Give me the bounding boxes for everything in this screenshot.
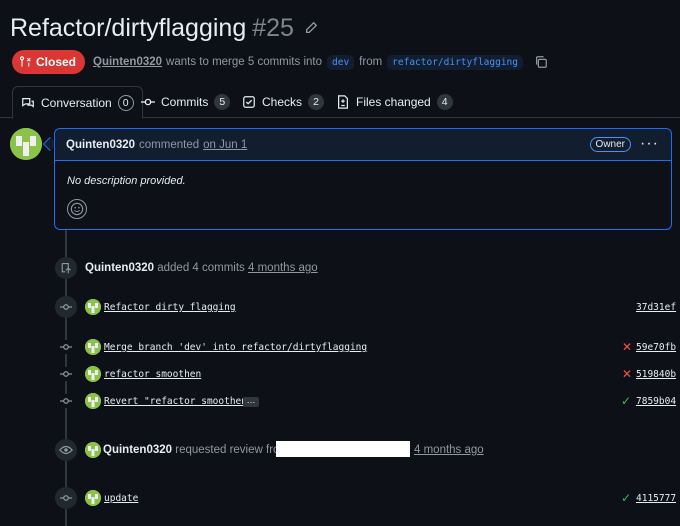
- comment-header: Quinten0320 commented on Jun 1 Owner ···: [55, 129, 671, 161]
- tab-checks[interactable]: Checks 2: [242, 86, 325, 118]
- avatar[interactable]: [85, 490, 101, 506]
- owner-badge: Owner: [589, 137, 631, 152]
- git-commit-icon: [55, 487, 77, 509]
- tab-files-changed-count: 4: [436, 94, 453, 110]
- add-reaction-button[interactable]: [67, 199, 87, 219]
- pr-title: Refactor/dirtyflagging #25: [10, 14, 294, 43]
- avatar[interactable]: [85, 339, 101, 355]
- git-commit-icon: [55, 296, 77, 318]
- commit-sha[interactable]: 7859b04: [636, 396, 676, 407]
- eye-icon: [55, 439, 77, 461]
- comment-date[interactable]: on Jun 1: [203, 139, 247, 151]
- file-diff-icon: [338, 95, 348, 109]
- x-icon[interactable]: ✕: [622, 340, 632, 354]
- copy-icon[interactable]: [534, 55, 548, 69]
- review-event-time-wrap: 4 months ago: [414, 444, 484, 456]
- avatar[interactable]: [85, 393, 101, 409]
- base-branch[interactable]: dev: [327, 54, 355, 70]
- avatar[interactable]: [10, 128, 42, 160]
- identicon: [85, 339, 101, 355]
- tab-files-changed-label: Files changed: [356, 95, 431, 109]
- review-requested-event: Quinten0320 requested review from: [103, 444, 289, 456]
- tab-commits-label: Commits: [161, 95, 209, 109]
- tab-commits-count: 5: [214, 94, 231, 110]
- identicon: [85, 442, 101, 458]
- kebab-menu-icon[interactable]: ···: [640, 135, 659, 153]
- pr-title-text: Refactor/dirtyflagging: [10, 13, 247, 42]
- tab-checks-count: 2: [308, 94, 325, 110]
- x-icon[interactable]: ✕: [622, 367, 632, 381]
- repo-push-icon: [55, 257, 77, 279]
- identicon: [85, 299, 101, 315]
- avatar[interactable]: [85, 299, 101, 315]
- comment-box: Quinten0320 commented on Jun 1 Owner ···…: [54, 128, 672, 230]
- comment-author[interactable]: Quinten0320: [66, 139, 135, 151]
- status-label: Closed: [36, 55, 77, 69]
- git-commit-icon: [59, 394, 73, 408]
- checklist-icon: [243, 96, 255, 108]
- identicon: [85, 366, 101, 382]
- git-commit-icon: [59, 367, 73, 381]
- event-author[interactable]: Quinten0320: [85, 262, 154, 274]
- identicon: [85, 393, 101, 409]
- check-icon[interactable]: ✓: [621, 394, 631, 408]
- event-time[interactable]: 4 months ago: [248, 262, 318, 274]
- commit-message[interactable]: update: [104, 493, 138, 504]
- comment-discussion-icon: [22, 97, 34, 108]
- tab-conversation-label: Conversation: [41, 95, 112, 110]
- event-time[interactable]: 4 months ago: [414, 444, 484, 456]
- commit-sha[interactable]: 37d31ef: [636, 302, 676, 313]
- head-branch[interactable]: refactor/dirtyflagging: [387, 54, 524, 70]
- event-action: added 4 commits: [157, 262, 245, 274]
- commit-message[interactable]: Merge branch 'dev' into refactor/dirtyfl…: [104, 342, 367, 353]
- git-commit-icon: [141, 98, 155, 106]
- event-author[interactable]: Quinten0320: [103, 444, 172, 456]
- smiley-icon: [70, 202, 84, 216]
- from-text: from: [359, 56, 383, 68]
- comment-verb: commented: [139, 138, 200, 151]
- added-commits-event: Quinten0320 added 4 commits 4 months ago: [85, 262, 318, 274]
- commit-sha[interactable]: 4115777: [636, 493, 676, 504]
- tab-files-changed[interactable]: Files changed 4: [336, 86, 453, 118]
- pr-header: Refactor/dirtyflagging #25: [10, 10, 318, 46]
- merge-text: wants to merge 5 commits into: [166, 56, 322, 68]
- author-link[interactable]: Quinten0320: [93, 56, 162, 68]
- commit-sha[interactable]: 519840b: [636, 369, 676, 380]
- tab-checks-label: Checks: [262, 95, 303, 109]
- pr-meta: Closed Quinten0320 wants to merge 5 comm…: [12, 50, 548, 74]
- tab-conversation[interactable]: Conversation 0: [12, 86, 143, 119]
- expand-commit-button[interactable]: …: [243, 396, 259, 407]
- identicon: [85, 490, 101, 506]
- pr-number: #25: [252, 13, 294, 42]
- check-icon[interactable]: ✓: [621, 491, 631, 505]
- avatar[interactable]: [85, 442, 101, 458]
- avatar[interactable]: [85, 366, 101, 382]
- tab-commits[interactable]: Commits 5: [141, 86, 231, 118]
- commit-message[interactable]: Revert "refactor smoothen": [104, 396, 253, 407]
- pr-tabs: Conversation 0 Commits 5 Checks 2 Files …: [0, 86, 680, 119]
- event-action: requested review from: [175, 444, 290, 456]
- pencil-icon[interactable]: [304, 21, 318, 35]
- status-badge: Closed: [12, 50, 86, 74]
- redacted-reviewer: [276, 441, 410, 457]
- commit-message[interactable]: Refactor dirty flagging: [104, 302, 236, 313]
- tab-conversation-count: 0: [117, 94, 134, 111]
- commit-sha[interactable]: 59e70fb: [636, 342, 676, 353]
- commit-message[interactable]: refactor smoothen: [104, 369, 201, 380]
- pull-request-closed-icon: [19, 56, 31, 67]
- git-commit-icon: [59, 340, 73, 354]
- identicon: [10, 128, 42, 160]
- comment-body: No description provided.: [67, 175, 186, 187]
